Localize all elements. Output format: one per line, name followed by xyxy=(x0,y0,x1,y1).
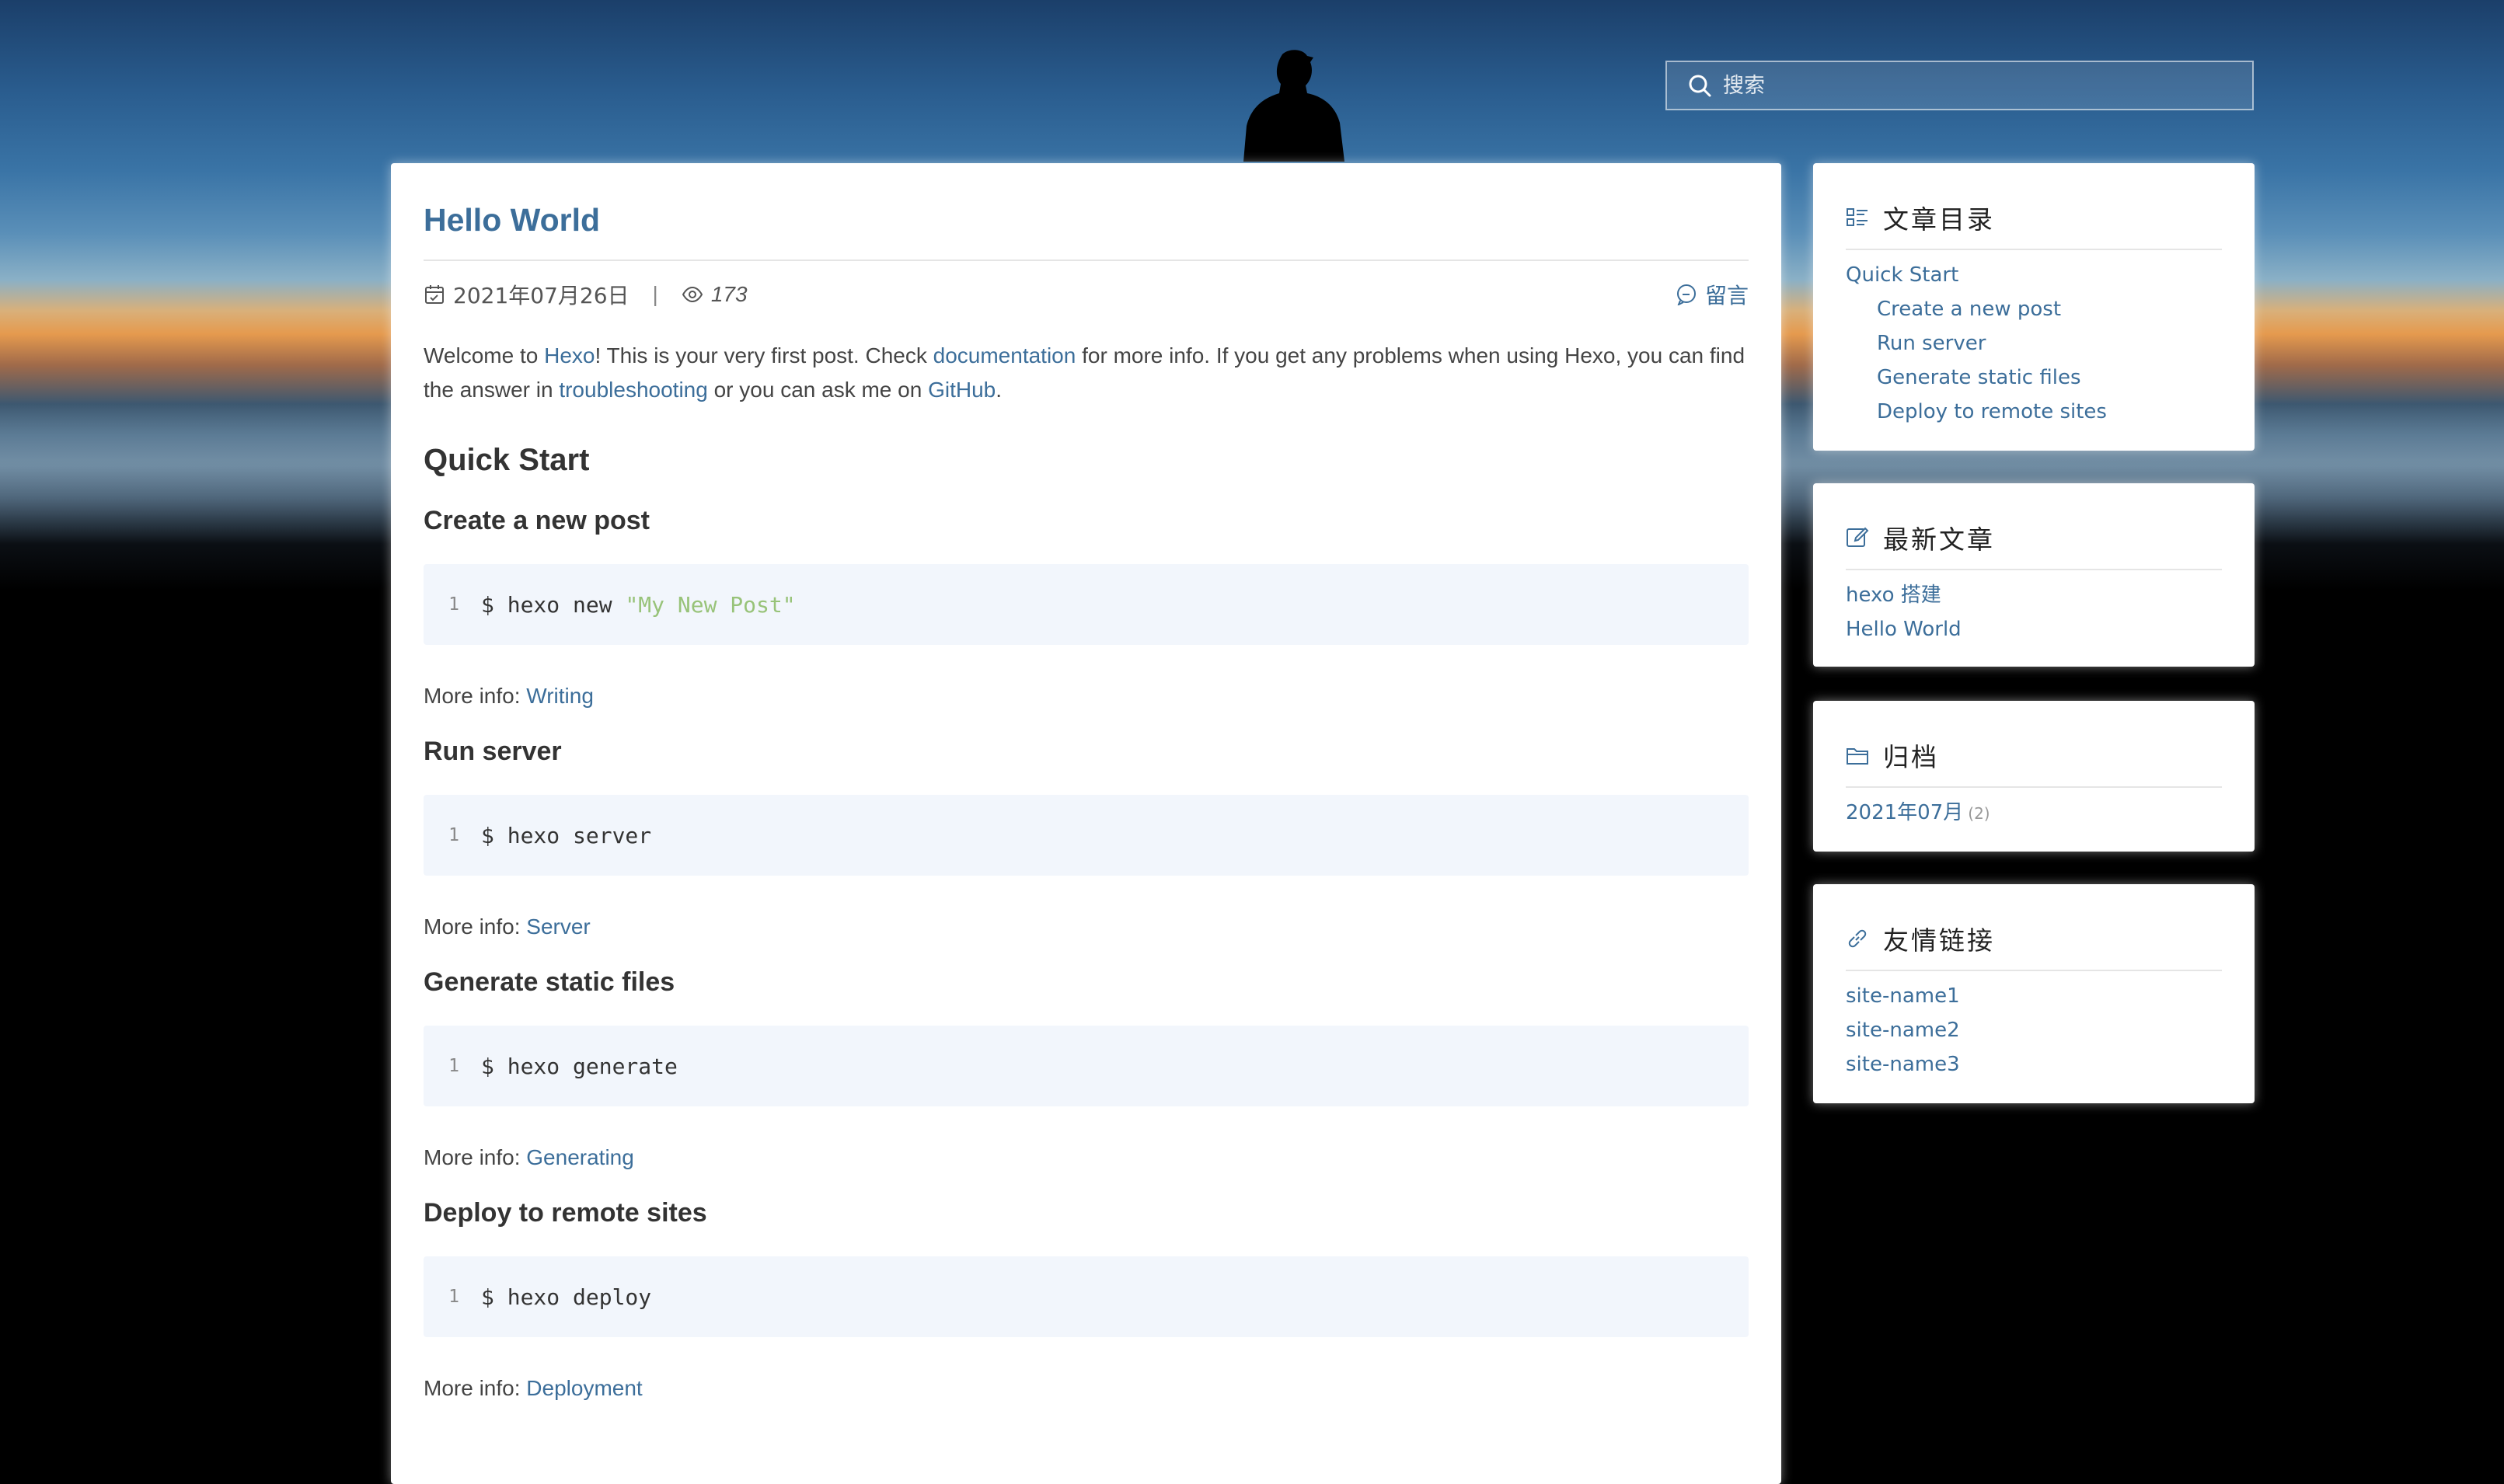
toc-header: 文章目录 xyxy=(1846,193,2222,250)
more-info: More info: Writing xyxy=(424,684,1749,709)
archive-header: 归档 xyxy=(1846,730,2222,788)
code-command: $ hexo server xyxy=(481,822,652,848)
code-block: 1 $ hexo deploy xyxy=(424,1256,1749,1337)
friend-link-item[interactable]: site-name3 xyxy=(1846,1047,2222,1082)
code-command: $ hexo new xyxy=(481,591,626,618)
archive-item[interactable]: 2021年07月 (2) xyxy=(1846,796,2222,831)
troubleshooting-link[interactable]: troubleshooting xyxy=(559,378,707,402)
more-info-label: More info: xyxy=(424,1376,527,1400)
recent-post-item[interactable]: Hello World xyxy=(1846,612,2222,646)
friends-header: 友情链接 xyxy=(1846,914,2222,971)
comment-label: 留言 xyxy=(1704,283,1749,308)
intro-text: . xyxy=(996,378,1003,402)
writing-link[interactable]: Writing xyxy=(526,684,594,708)
code-command: $ hexo generate xyxy=(481,1053,678,1079)
recent-posts-widget: 最新文章 hexo 搭建 Hello World xyxy=(1813,483,2255,667)
code-block: 1 $ hexo server xyxy=(424,795,1749,876)
deployment-link[interactable]: Deployment xyxy=(526,1376,642,1400)
toc-item-run-server[interactable]: Run server xyxy=(1846,326,2222,361)
folder-icon xyxy=(1846,744,1869,767)
friends-title: 友情链接 xyxy=(1883,925,1995,956)
toc-item-generate[interactable]: Generate static files xyxy=(1846,361,2222,395)
code-block: 1 $ hexo new "My New Post" xyxy=(424,564,1749,645)
line-number: 1 xyxy=(448,825,459,845)
line-number: 1 xyxy=(448,1056,459,1076)
github-link[interactable]: GitHub xyxy=(928,378,996,402)
toc-list: Quick Start Create a new post Run server… xyxy=(1846,258,2222,429)
archive-title: 归档 xyxy=(1883,742,1939,772)
friend-links-widget: 友情链接 site-name1 site-name2 site-name3 xyxy=(1813,884,2255,1103)
post-title[interactable]: Hello World xyxy=(424,202,1749,242)
calendar-icon xyxy=(424,284,445,305)
friends-list: site-name1 site-name2 site-name3 xyxy=(1846,979,2222,1082)
hexo-link[interactable]: Hexo xyxy=(544,343,595,368)
toc-item-create-post[interactable]: Create a new post xyxy=(1846,292,2222,326)
more-info: More info: Generating xyxy=(424,1145,1749,1170)
documentation-link[interactable]: documentation xyxy=(933,343,1076,368)
title-divider xyxy=(424,260,1749,261)
more-info-label: More info: xyxy=(424,1145,527,1169)
article-card: Hello World 2021年07月26日 | 173 留言 Welcome… xyxy=(391,163,1781,1484)
toc-item-deploy[interactable]: Deploy to remote sites xyxy=(1846,395,2222,429)
post-meta: 2021年07月26日 | 173 留言 xyxy=(424,275,1749,314)
more-info: More info: Deployment xyxy=(424,1376,1749,1401)
post-date: 2021年07月26日 xyxy=(453,283,629,308)
heading-quick-start: Quick Start xyxy=(424,443,590,477)
heading-create-post: Create a new post xyxy=(424,506,650,535)
server-link[interactable]: Server xyxy=(526,914,590,939)
intro-text: ! This is your very first post. Check xyxy=(595,343,933,368)
comment-icon xyxy=(1676,284,1697,307)
view-count: 173 xyxy=(710,282,748,306)
friend-link-item[interactable]: site-name1 xyxy=(1846,979,2222,1013)
eye-icon xyxy=(682,284,703,305)
more-info-label: More info: xyxy=(424,914,527,939)
recent-post-item[interactable]: hexo 搭建 xyxy=(1846,578,2222,612)
comment-link[interactable]: 留言 xyxy=(1676,279,1749,310)
recent-header: 最新文章 xyxy=(1846,513,2222,570)
recent-title: 最新文章 xyxy=(1883,524,1995,555)
archive-month: 2021年07月 xyxy=(1846,801,1964,824)
list-icon xyxy=(1846,206,1869,229)
archive-widget: 归档 2021年07月 (2) xyxy=(1813,701,2255,852)
more-info-label: More info: xyxy=(424,684,527,708)
person-silhouette xyxy=(1243,50,1344,162)
recent-list: hexo 搭建 Hello World xyxy=(1846,578,2222,646)
archive-list: 2021年07月 (2) xyxy=(1846,796,2222,831)
heading-deploy: Deploy to remote sites xyxy=(424,1198,707,1228)
heading-run-server: Run server xyxy=(424,737,562,766)
line-number: 1 xyxy=(448,594,459,615)
code-command: $ hexo deploy xyxy=(481,1284,652,1310)
intro-text: or you can ask me on xyxy=(707,378,929,402)
toc-title: 文章目录 xyxy=(1883,204,1995,235)
archive-count: (2) xyxy=(1968,804,1990,823)
intro-paragraph: Welcome to Hexo! This is your very first… xyxy=(424,339,1749,407)
link-icon xyxy=(1846,927,1869,950)
search-box[interactable] xyxy=(1665,61,2254,110)
meta-separator: | xyxy=(652,282,658,306)
search-input[interactable] xyxy=(1721,72,2230,99)
edit-icon xyxy=(1846,526,1869,549)
generating-link[interactable]: Generating xyxy=(526,1145,634,1169)
intro-text: Welcome to xyxy=(424,343,545,368)
heading-generate-static: Generate static files xyxy=(424,967,675,997)
toc-item-quick-start[interactable]: Quick Start xyxy=(1846,258,2222,292)
search-icon xyxy=(1687,73,1712,98)
toc-widget: 文章目录 Quick Start Create a new post Run s… xyxy=(1813,163,2255,451)
code-block: 1 $ hexo generate xyxy=(424,1026,1749,1106)
code-string: "My New Post" xyxy=(625,591,796,618)
line-number: 1 xyxy=(448,1287,459,1307)
more-info: More info: Server xyxy=(424,914,1749,939)
friend-link-item[interactable]: site-name2 xyxy=(1846,1013,2222,1047)
